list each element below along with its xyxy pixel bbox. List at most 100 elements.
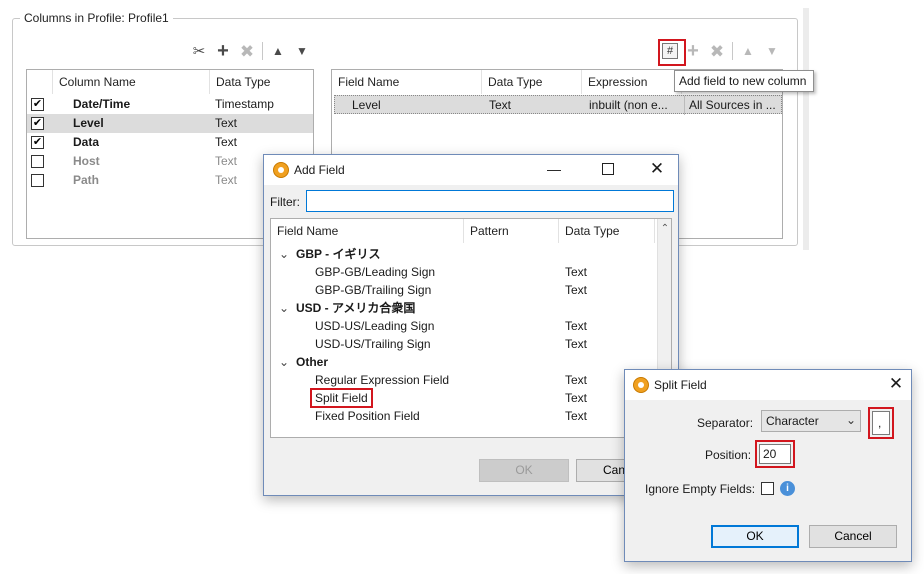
column-row[interactable]: ✔ Data Text (27, 133, 313, 152)
column-type: Text (215, 116, 238, 130)
window-edge-strip (803, 8, 809, 250)
delete-icon[interactable]: ✖ (708, 42, 726, 60)
profile-group-title: Columns in Profile: Profile1 (20, 11, 173, 25)
add-field-ok-button[interactable]: OK (479, 459, 569, 482)
tree-group-label: GBP - イギリス (296, 247, 381, 261)
column-name: Path (73, 173, 100, 187)
column-checkbox[interactable]: ✔ (31, 98, 44, 111)
columns-toolbar: ✂ + ✖ ▲ ▼ (190, 41, 311, 61)
tree-item-type: Text (565, 265, 588, 279)
move-up-icon[interactable]: ▲ (269, 42, 287, 60)
chevron-down-icon: ⌄ (846, 413, 857, 427)
tree-item-type: Text (565, 283, 588, 297)
tree-group[interactable]: ⌄ Other (271, 353, 671, 371)
column-name-header[interactable]: Column Name (53, 70, 210, 94)
expression-header[interactable]: Expression (582, 70, 682, 94)
move-up-icon[interactable]: ▲ (739, 42, 757, 60)
split-field-title: Split Field (654, 378, 707, 392)
tree-pattern-header[interactable]: Pattern (464, 219, 559, 243)
tree-item[interactable]: GBP-GB/Trailing Sign Text (271, 281, 671, 299)
split-field-ok-button[interactable]: OK (711, 525, 799, 548)
move-down-icon[interactable]: ▼ (293, 42, 311, 60)
add-field-tooltip: Add field to new column (674, 70, 814, 92)
tree-item-type: Text (565, 319, 588, 333)
split-field-titlebar: Split Field ✕ (625, 370, 911, 400)
tree-item-type: Text (565, 337, 588, 351)
tree-item-name: Split Field (310, 388, 373, 408)
position-input[interactable]: 20 (759, 444, 791, 464)
field-data-type-header[interactable]: Data Type (482, 70, 582, 94)
column-type: Text (215, 154, 238, 168)
column-checkbox[interactable] (31, 174, 44, 187)
column-type: Text (215, 173, 238, 187)
tree-item-type: Text (565, 391, 588, 405)
ignore-empty-checkbox[interactable] (761, 482, 774, 495)
field-type: Text (489, 98, 512, 112)
field-tree: Field Name Pattern Data Type ⌃ ⌄ GBP - イ… (270, 218, 672, 438)
separator-label: Separator: (697, 416, 754, 430)
tree-field-name-header[interactable]: Field Name (271, 219, 464, 243)
add-field-titlebar: Add Field — ✕ (264, 155, 678, 185)
tree-item[interactable]: Regular Expression Field Text (271, 371, 671, 389)
chevron-down-icon[interactable]: ⌄ (279, 353, 289, 371)
ignore-empty-label: Ignore Empty Fields: (645, 482, 756, 496)
column-row[interactable]: ✔ Date/Time Timestamp (27, 95, 313, 114)
delete-column-icon[interactable]: ✖ (238, 42, 256, 60)
scroll-up-icon[interactable]: ⌃ (658, 223, 671, 234)
add-column-icon[interactable]: + (214, 41, 232, 61)
split-field-dialog: Split Field ✕ Separator: Character ⌄ , P… (624, 369, 912, 562)
tree-group-label: Other (296, 355, 329, 369)
tree-item-name: USD-US/Trailing Sign (315, 337, 431, 351)
tree-item-name: Regular Expression Field (315, 373, 450, 387)
filter-label: Filter: (270, 195, 300, 209)
tree-group[interactable]: ⌄ USD - アメリカ合衆国 (271, 299, 671, 317)
close-icon[interactable]: ✕ (648, 159, 666, 179)
tree-item[interactable]: USD-US/Trailing Sign Text (271, 335, 671, 353)
add-field-icon[interactable]: # (662, 43, 678, 59)
separator-type-value: Character (766, 414, 819, 428)
column-row-selected[interactable]: ✔ Level Text (27, 114, 313, 133)
column-name: Data (73, 135, 100, 149)
position-value: 20 (763, 447, 777, 461)
column-type: Text (215, 135, 238, 149)
column-checkbox[interactable]: ✔ (31, 117, 44, 130)
tree-item-split-field[interactable]: Split Field Text (271, 388, 671, 408)
separator-char-input[interactable]: , (872, 411, 890, 435)
tree-item-name: GBP-GB/Leading Sign (315, 265, 436, 279)
separator-type-select[interactable]: Character ⌄ (761, 410, 861, 432)
close-icon[interactable]: ✕ (887, 374, 905, 394)
add-icon[interactable]: + (684, 41, 702, 61)
tree-data-type-header[interactable]: Data Type (559, 219, 655, 243)
tree-item[interactable]: Fixed Position Field Text (271, 407, 671, 425)
field-expression: inbuilt (non e... (589, 98, 668, 112)
tree-group[interactable]: ⌄ GBP - イギリス (271, 245, 671, 263)
column-name: Date/Time (73, 97, 131, 111)
tree-item-name: Fixed Position Field (315, 409, 420, 423)
column-checkbox[interactable]: ✔ (31, 136, 44, 149)
field-row[interactable]: Level Text inbuilt (non e... All Sources… (334, 95, 782, 115)
chevron-down-icon[interactable]: ⌄ (279, 245, 289, 263)
tree-item-type: Text (565, 409, 588, 423)
maximize-icon[interactable] (602, 163, 614, 175)
tree-item[interactable]: USD-US/Leading Sign Text (271, 317, 671, 335)
info-icon[interactable]: i (780, 481, 795, 496)
cut-icon[interactable]: ✂ (190, 42, 208, 60)
split-field-cancel-button[interactable]: Cancel (809, 525, 897, 548)
tree-item-name: GBP-GB/Trailing Sign (315, 283, 432, 297)
tree-item-name: USD-US/Leading Sign (315, 319, 435, 333)
move-down-icon[interactable]: ▼ (763, 42, 781, 60)
toolbar-separator (732, 42, 733, 60)
filter-input[interactable] (306, 190, 674, 212)
position-label: Position: (705, 448, 752, 462)
data-type-header[interactable]: Data Type (210, 70, 314, 94)
column-checkbox[interactable] (31, 155, 44, 168)
minimize-icon[interactable]: — (544, 161, 564, 179)
field-source: All Sources in ... (684, 96, 780, 115)
column-type: Timestamp (215, 97, 274, 111)
chevron-down-icon[interactable]: ⌄ (279, 299, 289, 317)
column-name: Host (73, 154, 100, 168)
column-name: Level (73, 116, 104, 130)
field-name-header[interactable]: Field Name (332, 70, 482, 94)
field-name: Level (352, 98, 381, 112)
tree-item[interactable]: GBP-GB/Leading Sign Text (271, 263, 671, 281)
